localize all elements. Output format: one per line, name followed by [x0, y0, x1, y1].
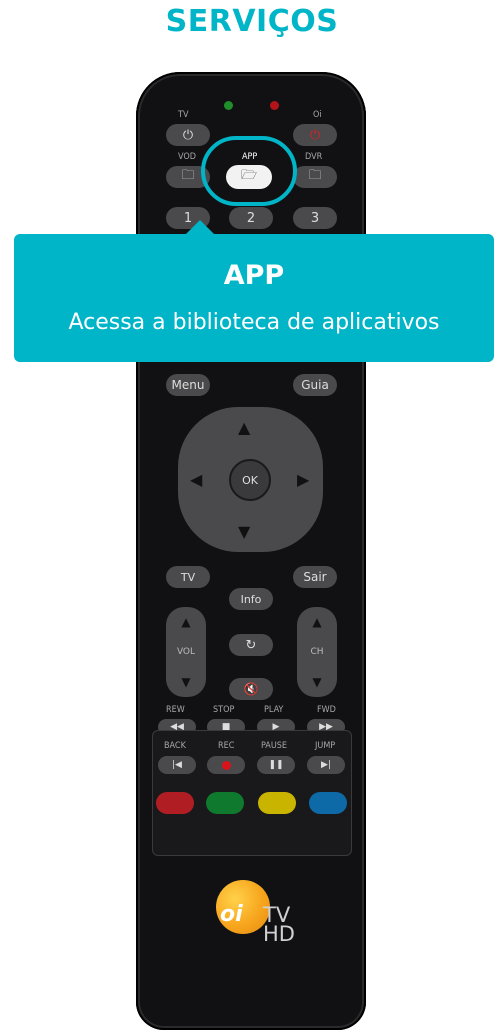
sair-button[interactable]: Sair [293, 566, 337, 588]
rec-label: REC [218, 741, 235, 751]
tooltip: APP Acessa a biblioteca de aplicativos [14, 220, 494, 362]
play-label: PLAY [264, 705, 284, 715]
hd-logo-text: HD [263, 922, 295, 946]
jump-label: JUMP [315, 741, 336, 751]
skip-back-icon: |◀ [172, 760, 182, 770]
channel-up-icon[interactable]: ▲ [312, 615, 321, 629]
tv-mode-button[interactable]: TV [166, 566, 210, 588]
guia-button[interactable]: Guia [293, 374, 337, 396]
skip-forward-icon: ▶| [321, 760, 331, 770]
menu-button[interactable]: Menu [166, 374, 210, 396]
left-arrow-icon[interactable]: ◀ [190, 470, 202, 489]
tv-power-button[interactable]: ⏻ [166, 124, 210, 146]
stop-label: STOP [213, 705, 235, 715]
jump-button[interactable]: ▶| [307, 756, 345, 774]
folder-play-icon: 🗀 [308, 168, 322, 183]
refresh-icon: ↻ [245, 637, 257, 653]
yellow-button[interactable] [258, 792, 296, 814]
vod-label: VOD [178, 152, 196, 162]
back-label: BACK [164, 741, 186, 751]
app-highlight-ring [201, 136, 297, 206]
channel-down-icon[interactable]: ▼ [312, 675, 321, 689]
record-button[interactable] [207, 756, 245, 774]
blue-button[interactable] [309, 792, 347, 814]
oi-label: Oi [313, 110, 322, 120]
pause-icon: ❚❚ [268, 760, 284, 770]
number-2-label: 2 [246, 210, 256, 226]
volume-down-icon[interactable]: ▼ [181, 675, 190, 689]
oi-logo-text: oi [220, 902, 243, 927]
volume-up-icon[interactable]: ▲ [181, 615, 190, 629]
info-button[interactable]: Info [229, 588, 273, 610]
mute-button[interactable]: 🔇 [229, 678, 273, 700]
channel-rocker[interactable]: ▲ CH ▼ [297, 607, 337, 697]
ch-label: CH [310, 647, 324, 657]
oi-power-button[interactable]: ⏻ [293, 124, 337, 146]
vol-label: VOL [176, 647, 196, 657]
led-green [224, 101, 233, 110]
dvr-button[interactable]: 🗀 [293, 166, 337, 188]
dvr-label: DVR [305, 152, 323, 162]
number-3-button[interactable]: 3 [293, 207, 337, 229]
green-button[interactable] [206, 792, 244, 814]
led-red [270, 101, 279, 110]
record-icon [221, 760, 231, 770]
tooltip-title: APP [223, 260, 285, 291]
number-3-label: 3 [310, 210, 320, 226]
tooltip-description: Acessa a biblioteca de aplicativos [68, 310, 440, 335]
ok-button[interactable]: OK [229, 459, 271, 501]
fwd-label: FWD [317, 705, 336, 715]
pause-label: PAUSE [261, 741, 288, 751]
right-arrow-icon[interactable]: ▶ [297, 470, 309, 489]
tooltip-arrow [186, 220, 214, 234]
volume-rocker[interactable]: ▲ VOL ▼ [166, 607, 206, 697]
up-arrow-icon[interactable]: ▲ [238, 418, 250, 437]
tv-hd-logo: TV HD [263, 905, 295, 946]
folder-icon: 🗀 [181, 168, 195, 183]
mute-icon: 🔇 [243, 682, 259, 696]
tv-label: TV [178, 110, 189, 120]
page-title: SERVIÇOS [165, 4, 339, 39]
number-2-button[interactable]: 2 [229, 207, 273, 229]
down-arrow-icon[interactable]: ▼ [238, 522, 250, 541]
tv-mode-label: TV [180, 570, 196, 584]
last-channel-button[interactable]: ↻ [229, 634, 273, 656]
back-button[interactable]: |◀ [158, 756, 196, 774]
rew-label: REW [166, 705, 185, 715]
pause-button[interactable]: ❚❚ [257, 756, 295, 774]
power-icon: ⏻ [309, 127, 321, 143]
power-icon: ⏻ [182, 127, 194, 143]
red-button[interactable] [156, 792, 194, 814]
